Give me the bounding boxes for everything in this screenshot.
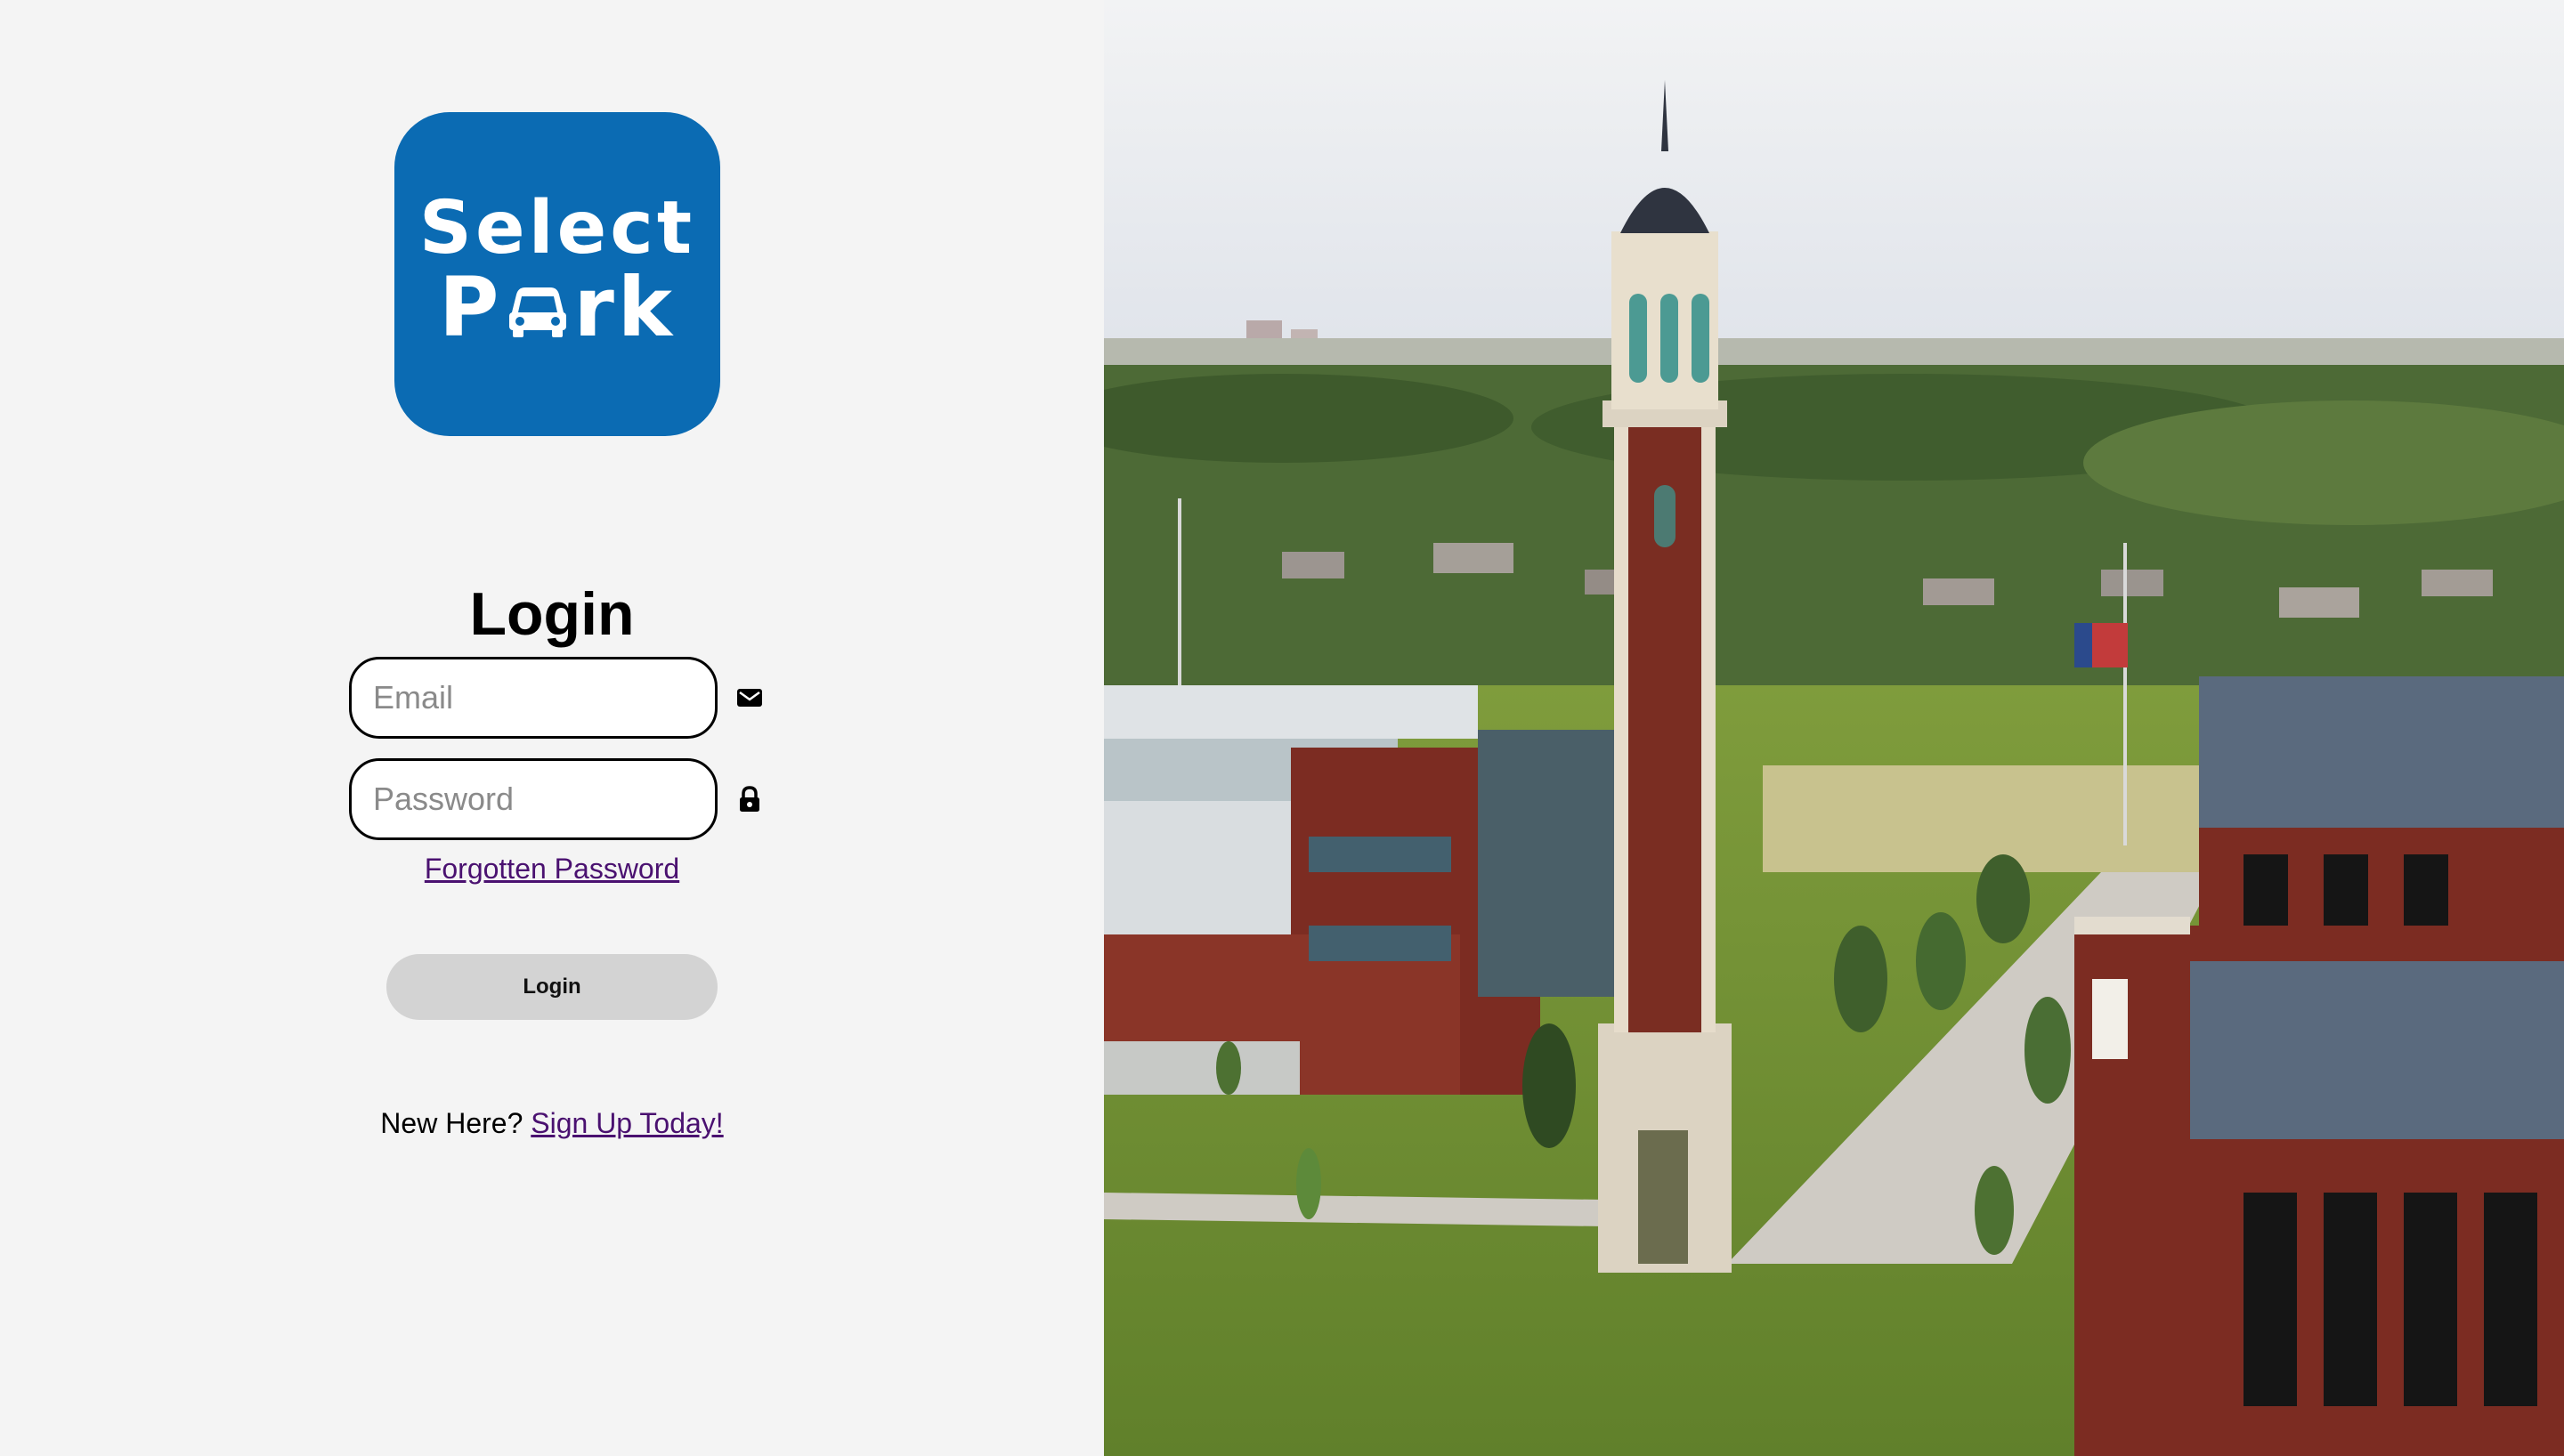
logo-letter-p: P — [439, 260, 503, 355]
forgot-password-row: Forgotten Password — [374, 849, 730, 888]
new-here-text: New Here? — [380, 1107, 523, 1139]
login-heading: Login — [469, 580, 635, 648]
login-button[interactable]: Login — [386, 954, 718, 1020]
logo-line-2: P rk — [394, 265, 720, 351]
sign-up-link[interactable]: Sign Up Today! — [531, 1107, 723, 1139]
car-icon — [509, 287, 567, 337]
signup-prompt: New Here? Sign Up Today! — [329, 1104, 775, 1143]
logo-line-1: Select — [418, 186, 696, 271]
campus-clock-tower-image — [1104, 0, 2564, 1456]
password-input[interactable] — [349, 758, 718, 840]
forgot-password-link[interactable]: Forgotten Password — [425, 853, 679, 885]
lock-icon — [740, 786, 759, 812]
envelope-icon — [737, 689, 762, 707]
login-panel: Select P rk Login Forgotten Password Log… — [0, 0, 1104, 1456]
email-input[interactable] — [349, 657, 718, 739]
logo-letters-rk: rk — [573, 260, 676, 355]
select-park-logo: Select P rk — [394, 112, 720, 436]
